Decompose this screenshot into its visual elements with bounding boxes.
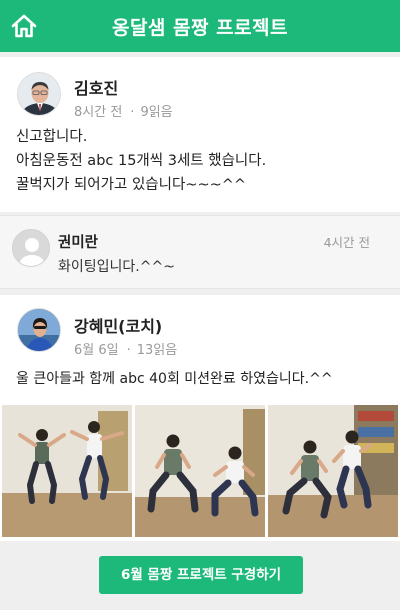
top-bar: 옹달샘 몸짱 프로젝트 <box>0 0 400 52</box>
avatar[interactable] <box>17 72 61 116</box>
avatar[interactable] <box>12 229 50 267</box>
post-meta: 6월 6일 · 13읽음 <box>74 339 177 358</box>
user-photo <box>18 309 60 351</box>
avatar[interactable] <box>17 308 61 352</box>
post-meta: 8시간 전 · 9읽음 <box>74 101 173 120</box>
default-user-icon <box>13 230 49 266</box>
author-name[interactable]: 강혜민(코치) <box>74 313 162 337</box>
post-time: 6월 6일 <box>74 343 119 358</box>
separator-dot: · <box>126 343 131 358</box>
separator-dot: · <box>130 105 135 120</box>
comment-item: 권미란 4시간 전 화이팅입니다.^^~ <box>0 215 400 289</box>
post-text: 울 큰아들과 함께 abc 40회 미션완료 하였습니다.^^ <box>16 371 333 387</box>
post-text: 신고합니다. 아침운동전 abc 15개씩 3세트 했습니다. 꿀벅지가 되어가… <box>16 129 267 193</box>
post-card: 김호진 8시간 전 · 9읽음 신고합니다. 아침운동전 abc 15개씩 3세트 … <box>0 57 400 212</box>
post-time: 8시간 전 <box>74 105 123 120</box>
page-title: 옹달샘 몸짱 프로젝트 <box>111 17 289 39</box>
read-count: 13읽음 <box>136 343 178 358</box>
exercise-photo[interactable] <box>2 405 132 537</box>
user-photo <box>18 73 60 115</box>
exercise-photo[interactable] <box>135 405 265 537</box>
comment-author[interactable]: 권미란 <box>58 231 98 252</box>
author-name[interactable]: 김호진 <box>74 75 118 99</box>
exercise-photo[interactable] <box>268 405 398 537</box>
photo-gallery <box>2 405 398 537</box>
read-count: 9읽음 <box>140 105 173 120</box>
post-card: 강혜민(코치) 6월 6일 · 13읽음 울 큰아들과 함께 abc 40회 미션완… <box>0 295 400 541</box>
comment-time: 4시간 전 <box>323 235 370 250</box>
view-project-button[interactable]: 6월 몸짱 프로젝트 구경하기 <box>99 556 303 594</box>
comment-text: 화이팅입니다.^^~ <box>58 259 175 275</box>
